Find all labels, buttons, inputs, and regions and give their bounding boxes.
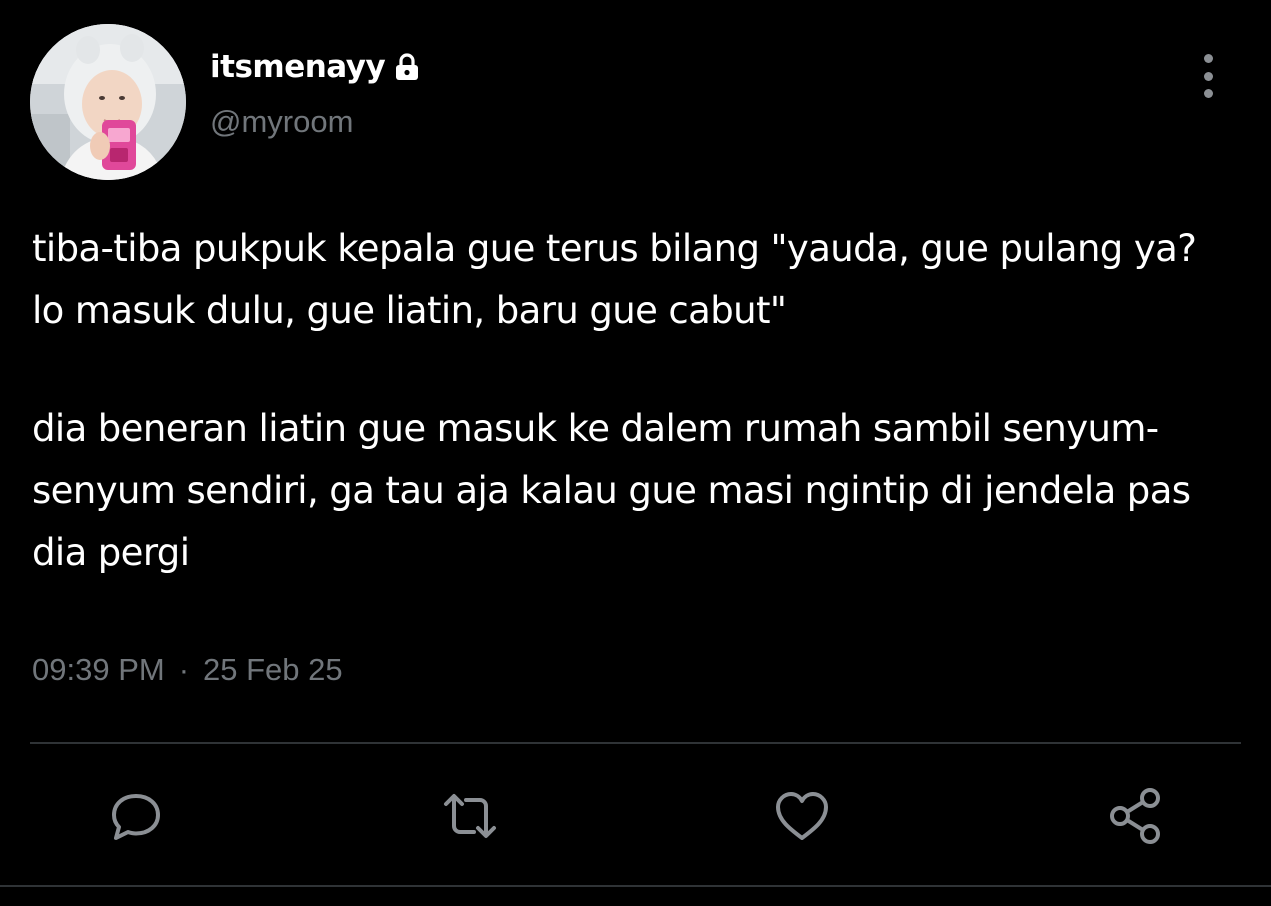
heart-icon [776,792,828,840]
avatar-image [30,24,186,180]
tweet-card: itsmenayy @myroom tiba-tiba pukpuk kepal… [0,0,1271,906]
timestamp-separator: · [178,652,190,687]
retweet-button[interactable] [438,784,502,848]
tweet-paragraph: tiba-tiba pukpuk kepala gue terus bilang… [32,227,1197,332]
bottom-divider [0,885,1271,887]
display-name-row: itsmenayy [210,46,424,88]
divider [30,742,1241,744]
user-info: itsmenayy @myroom [210,46,424,140]
retweet-icon [444,794,496,838]
tweet-timestamp: 09:39 PM · 25 Feb 25 [32,652,343,688]
avatar[interactable] [30,24,186,180]
reply-button[interactable] [104,784,168,848]
reply-icon [112,794,160,840]
more-vertical-icon-dot [1203,71,1213,81]
more-vertical-icon [1203,54,1213,63]
action-bar [0,784,1271,850]
user-handle[interactable]: @myroom [210,104,424,140]
more-options-button[interactable] [1188,54,1228,98]
tweet-time[interactable]: 09:39 PM [32,652,165,688]
display-name[interactable]: itsmenayy [210,49,386,85]
tweet-paragraph: dia beneran liatin gue masuk ke dalem ru… [32,407,1191,574]
share-button[interactable] [1104,784,1168,848]
more-vertical-icon-dot [1203,89,1213,98]
share-icon [1110,788,1160,844]
tweet-text: tiba-tiba pukpuk kepala gue terus bilang… [32,218,1232,584]
tweet-date[interactable]: 25 Feb 25 [203,652,343,688]
lock-icon [390,50,424,84]
like-button[interactable] [770,784,834,848]
